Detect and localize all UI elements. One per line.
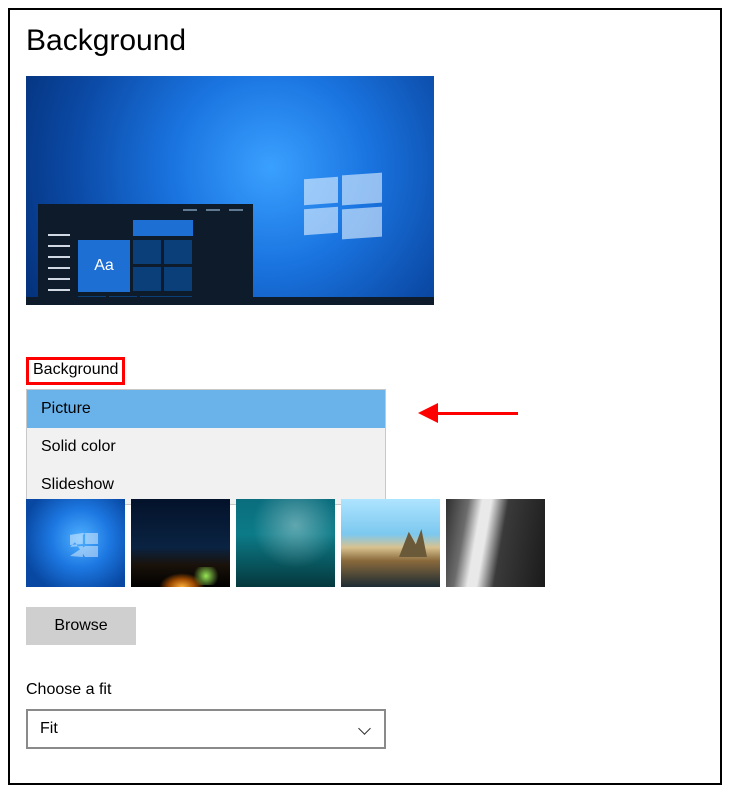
settings-background-panel: Background Aa bbox=[8, 8, 722, 785]
thumbnail-3[interactable] bbox=[236, 499, 335, 587]
desktop-preview: Aa bbox=[26, 76, 434, 305]
sample-window-titlebar bbox=[38, 204, 253, 218]
browse-button[interactable]: Browse bbox=[26, 607, 136, 645]
fit-dropdown-value: Fit bbox=[40, 720, 58, 738]
sample-window: Aa bbox=[38, 204, 253, 305]
sample-taskbar bbox=[26, 297, 434, 305]
accent-preview-tile: Aa bbox=[78, 240, 130, 292]
thumbnail-2[interactable] bbox=[131, 499, 230, 587]
choose-fit-section: Choose a fit Fit bbox=[26, 681, 704, 749]
background-type-section: Background Picture Solid color Slideshow… bbox=[26, 357, 704, 645]
fit-dropdown[interactable]: Fit bbox=[26, 709, 386, 749]
background-label: Background bbox=[33, 361, 118, 378]
sample-window-nav bbox=[38, 218, 78, 305]
page-title: Background bbox=[26, 24, 704, 58]
annotation-arrow bbox=[418, 403, 518, 423]
background-type-dropdown[interactable]: Picture Solid color Slideshow bbox=[26, 389, 386, 505]
chevron-down-icon bbox=[358, 722, 372, 736]
picture-thumbnails bbox=[26, 499, 704, 587]
thumbnail-4[interactable] bbox=[341, 499, 440, 587]
windows-logo-icon bbox=[304, 174, 382, 236]
option-picture[interactable]: Picture bbox=[27, 390, 385, 428]
sample-window-tiles: Aa bbox=[78, 218, 253, 305]
choose-fit-label: Choose a fit bbox=[26, 681, 704, 699]
thumbnail-1[interactable] bbox=[26, 499, 125, 587]
thumbnail-5[interactable] bbox=[446, 499, 545, 587]
background-label-highlight: Background bbox=[26, 357, 125, 385]
option-solid-color[interactable]: Solid color bbox=[27, 428, 385, 466]
